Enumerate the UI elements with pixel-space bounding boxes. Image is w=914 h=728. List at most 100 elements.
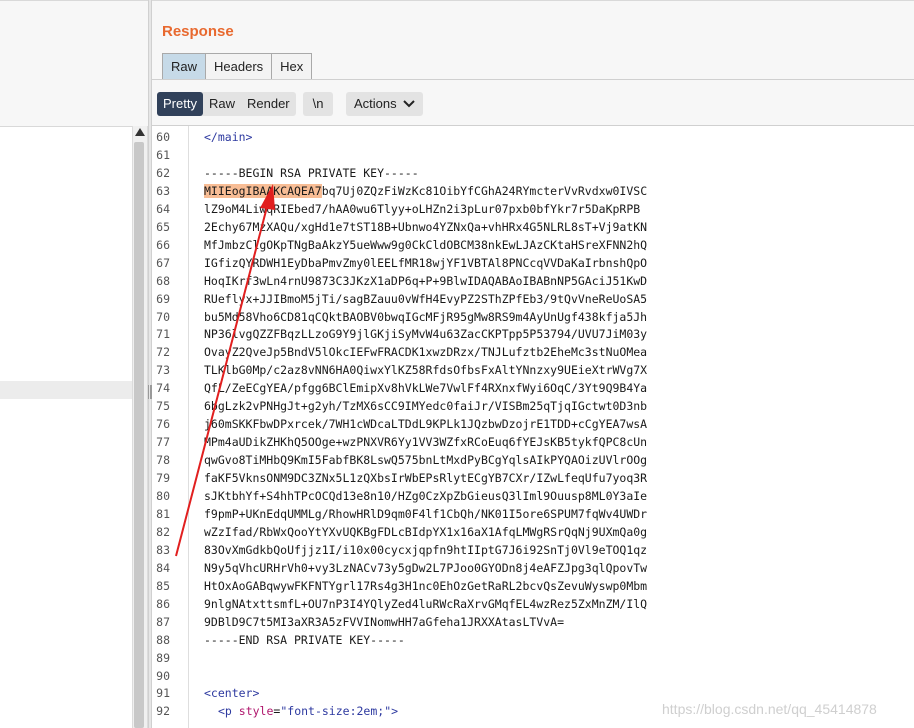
left-pane-toolbar [0, 80, 148, 127]
code-line: MfJmbzClgOKpTNgBaAkzY5ueWww9g0CkCldOBCM3… [204, 236, 647, 254]
code-text: MfJmbzClgOKpTNgBaAkzY5ueWww9g0CkCldOBCM3… [204, 237, 648, 252]
attribute-value: "font-size:2em;" [280, 704, 392, 719]
line-number: 85 [156, 578, 170, 593]
line-number: 81 [156, 506, 170, 521]
line-number: 68 [156, 273, 170, 288]
line-number: 90 [156, 668, 170, 683]
view-mode-raw[interactable]: Raw [203, 92, 241, 116]
line-number: 82 [156, 524, 170, 539]
code-text: HtOxAoGABqwywFKFNTYgrl17Rs4g3H1nc0EhOzGe… [204, 578, 648, 593]
code-line: N9y5qVhcURHrVh0+vy3LzNACv73y5gDw2L7PJoo0… [204, 559, 647, 577]
html-tag: <center> [204, 686, 260, 701]
scroll-up-icon[interactable] [135, 128, 145, 136]
line-number: 86 [156, 596, 170, 611]
code-text: TLKlbG0Mp/c2az8vNN6HA0QiwxYlKZ58RfdsOfbs… [204, 363, 648, 378]
code-text: bq7Uj0ZQzFiWzKc81OibYfCGhA24RYmcterVvRvd… [321, 183, 648, 198]
watermark: https://blog.csdn.net/qq_45414878 [662, 701, 877, 717]
code-text: f9pmP+UKnEdqUMMLg/RhowHRlD9qm0F4lf1CbQh/… [204, 506, 648, 521]
code-line: MPm4aUDikZHKhQ5OOge+wzPNXVR6Yy1VV3WZfxRC… [204, 433, 647, 451]
code-line: 2Echy67MzXAQu/xgHd1e7tST18B+Ubnwo4YZNxQa… [204, 218, 647, 236]
line-number: 78 [156, 453, 170, 468]
code-line: wZzIfad/RbWxQooYtYXvUQKBgFDLcBIdpYX1x16a… [204, 523, 647, 541]
html-attribute: style [238, 704, 274, 719]
line-number: 75 [156, 399, 170, 414]
chevron-down-icon [402, 100, 415, 108]
line-number: 91 [156, 686, 170, 701]
code-text: QfL/ZeECgYEA/pfgg6BClEmipXv8hVkLWe7VwlFf… [204, 381, 648, 396]
code-line: NP36lvgQZZFBqzLLzoG9Y9jlGKjiSyMvW4u63Zac… [204, 325, 647, 343]
response-header: Response Raw Headers Hex [152, 0, 914, 80]
code-line: lZ9oM4LiwqRIEbed7/hAA0wu6Tlyy+oLHZn2i3pL… [204, 200, 640, 218]
code-text: IGfizQYRDWH1EyDbaPmvZmy0lEELfMR18wjYF1VB… [204, 255, 648, 270]
code-text: MPm4aUDikZHKhQ5OOge+wzPNXVR6Yy1VV3WZfxRC… [204, 435, 648, 450]
code-text: 83OvXmGdkbQoUfjjz1I/i10x00cycxjqpfn9htII… [204, 542, 648, 557]
code-line: 83OvXmGdkbQoUfjjz1I/i10x00cycxjqpfn9htII… [204, 541, 647, 559]
left-pane-header [0, 0, 148, 82]
code-line: sJKtbhYf+S4hhTPcOCQd13e8n10/HZg0CzXpZbGi… [204, 487, 647, 505]
code-line: QfL/ZeECgYEA/pfgg6BClEmipXv8hVkLWe7VwlFf… [204, 379, 647, 397]
html-tag: <p [218, 704, 239, 719]
response-title: Response [162, 23, 234, 40]
code-text: j60mSKKFbwDPxrcek/7WH1cWDcaLTDdL9KPLk1JQ… [204, 417, 648, 432]
line-number: 71 [156, 327, 170, 342]
line-number: 72 [156, 345, 170, 360]
line-number: 79 [156, 471, 170, 486]
code-line: j60mSKKFbwDPxrcek/7WH1cWDcaLTDdL9KPLk1JQ… [204, 415, 647, 433]
code-line: <center> [204, 684, 259, 702]
tab-hex[interactable]: Hex [271, 53, 313, 79]
code-line: -----END RSA PRIVATE KEY----- [204, 631, 405, 649]
code-text: 9nlgNAtxttsmfL+OU7nP3I4YQlyZed4luRWcRaXr… [204, 596, 648, 611]
search-highlight: MIIEogIBAAKCAQEA7 [204, 183, 322, 198]
line-number: 83 [156, 542, 170, 557]
code-line: faKF5VknsONM9DC3ZNx5L1zQXbsIrWbEPsRlytEC… [204, 469, 647, 487]
line-number: 64 [156, 201, 170, 216]
view-mode-render[interactable]: Render [241, 92, 296, 116]
left-pane [0, 0, 148, 728]
tab-headers[interactable]: Headers [205, 53, 273, 79]
code-text: lZ9oM4LiwqRIEbed7/hAA0wu6Tlyy+oLHZn2i3pL… [204, 201, 641, 216]
line-number: 84 [156, 560, 170, 575]
line-number: 74 [156, 381, 170, 396]
code-text: wZzIfad/RbWxQooYtYXvUQKBgFDLcBIdpYX1x16a… [204, 524, 648, 539]
code-text: NP36lvgQZZFBqzLLzoG9Y9jlGKjiSyMvW4u63Zac… [204, 327, 648, 342]
line-number: 76 [156, 417, 170, 432]
actions-button[interactable]: Actions [346, 92, 423, 116]
code-line: </main> [204, 128, 252, 146]
code-line: qwGvo8TiMHbQ9KmI5FabfBK8LswQ575bnLtMxdPy… [204, 451, 647, 469]
code-line: HtOxAoGABqwywFKFNTYgrl17Rs4g3H1nc0EhOzGe… [204, 577, 647, 595]
line-number: 70 [156, 309, 170, 324]
line-number: 61 [156, 147, 170, 162]
line-number: 62 [156, 165, 170, 180]
code-text: -----BEGIN RSA PRIVATE KEY----- [204, 165, 419, 180]
code-text: OvayZ2QveJp5BndV5lOkcIEFwFRACDK1xwzDRzx/… [204, 345, 648, 360]
newline-toggle-button[interactable]: \n [303, 92, 333, 116]
left-pane-scrollbar[interactable] [132, 126, 148, 728]
line-number: 65 [156, 219, 170, 234]
line-number: 73 [156, 363, 170, 378]
scrollbar-thumb[interactable] [134, 142, 144, 728]
code-editor[interactable]: 60 </main> 61 62 -----BEGIN RSA PRIVATE KEY-… [152, 126, 914, 728]
line-number: 77 [156, 435, 170, 450]
code-text: faKF5VknsONM9DC3ZNx5L1zQXbsIrWbEPsRlytEC… [204, 471, 648, 486]
code-text: -----END RSA PRIVATE KEY----- [204, 632, 405, 647]
code-text: N9y5qVhcURHrVh0+vy3LzNACv73y5gDw2L7PJoo0… [204, 560, 648, 575]
left-pane-selected-row[interactable] [0, 381, 148, 399]
code-line: 9DBlD9C7t5MI3aXR3A5zFVVINomwHH7aGfeha1JR… [204, 613, 564, 631]
code-text: qwGvo8TiMHbQ9KmI5FabfBK8LswQ575bnLtMxdPy… [204, 453, 648, 468]
view-mode-pretty[interactable]: Pretty [157, 92, 203, 116]
response-tabs: Raw Headers Hex [162, 53, 313, 79]
line-number: 66 [156, 237, 170, 252]
response-pane: Response Raw Headers Hex Pretty Raw Rend… [152, 0, 914, 728]
tab-raw[interactable]: Raw [162, 53, 207, 79]
code-line: RUeflyx+JJIBmoM5jTi/sagBZauu0vWfH4EvyPZ2… [204, 290, 647, 308]
line-number: 69 [156, 291, 170, 306]
code-text: 6bgLzk2vPNHgJt+g2yh/TzMX6sCC9IMYedc0faiJ… [204, 399, 648, 414]
view-mode-selector: Pretty Raw Render [157, 92, 296, 116]
editor-toolbar: Pretty Raw Render \n Actions [152, 80, 914, 126]
line-number: 87 [156, 614, 170, 629]
html-tag: > [391, 704, 399, 719]
line-number: 92 [156, 704, 170, 719]
code-line: bu5Md58Vho6CD81qCQktBAOBV0bwqIGcMFjR95gM… [204, 308, 647, 326]
line-number: 89 [156, 650, 170, 665]
code-text: HoqIKrf3wLn4rnU9873C3JKzX1aDP6q+P+9BlwID… [204, 273, 648, 288]
